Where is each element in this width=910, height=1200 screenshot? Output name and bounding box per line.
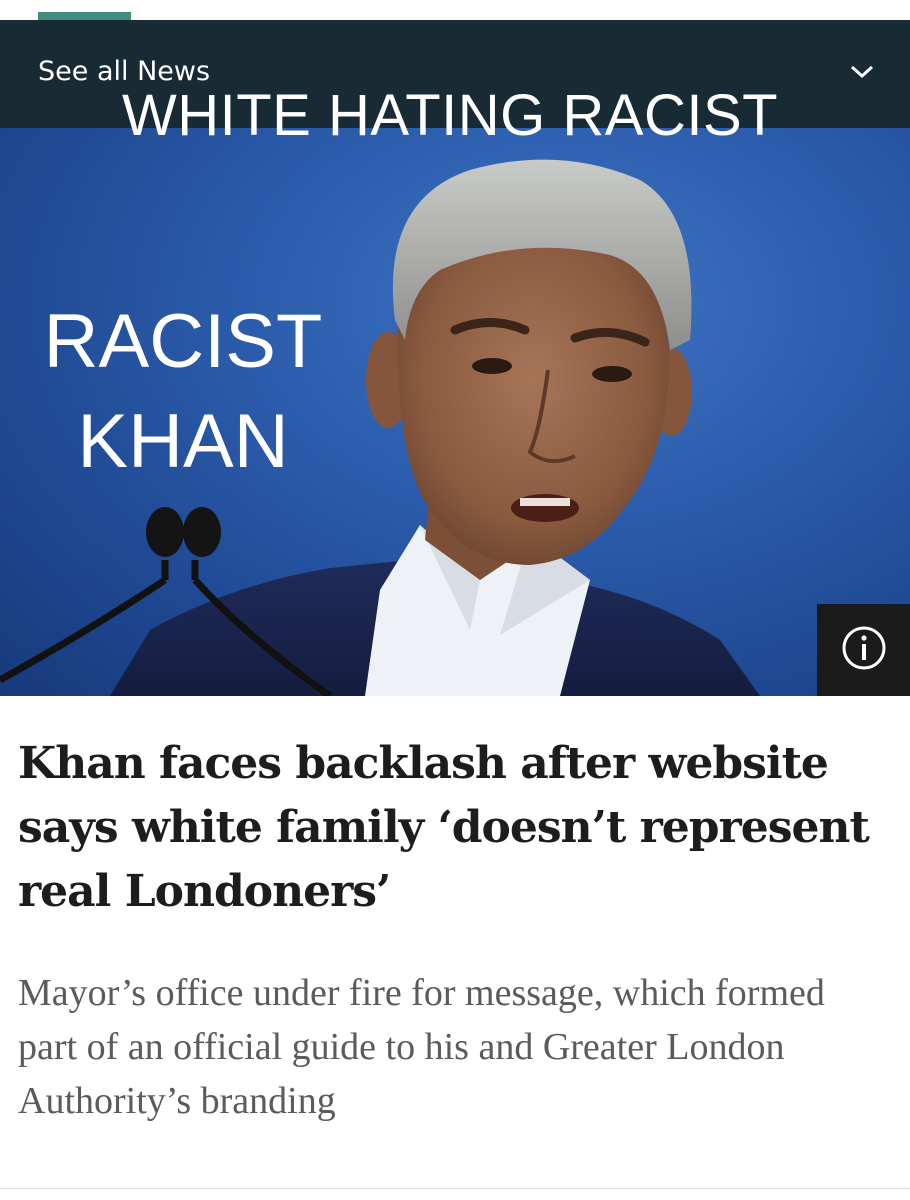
- hero-image: See all News WHITE HATING RACIST RACIST …: [0, 20, 910, 696]
- overlay-caption-top: WHITE HATING RACIST: [122, 83, 779, 148]
- overlay-caption-left-line2: KHAN: [77, 399, 289, 484]
- overlay-caption-left: RACIST KHAN: [18, 292, 348, 492]
- top-strip: [0, 0, 910, 21]
- article-headline[interactable]: Khan faces backlash after website says w…: [18, 732, 898, 924]
- chevron-down-icon[interactable]: [850, 64, 874, 80]
- info-icon: [840, 624, 888, 677]
- overlay-caption-left-line1: RACIST: [43, 299, 323, 384]
- divider: [0, 1188, 910, 1189]
- section-accent-bar: [38, 12, 131, 20]
- article-standfirst: Mayor’s office under fire for message, w…: [18, 972, 825, 1122]
- image-info-button[interactable]: [817, 604, 910, 696]
